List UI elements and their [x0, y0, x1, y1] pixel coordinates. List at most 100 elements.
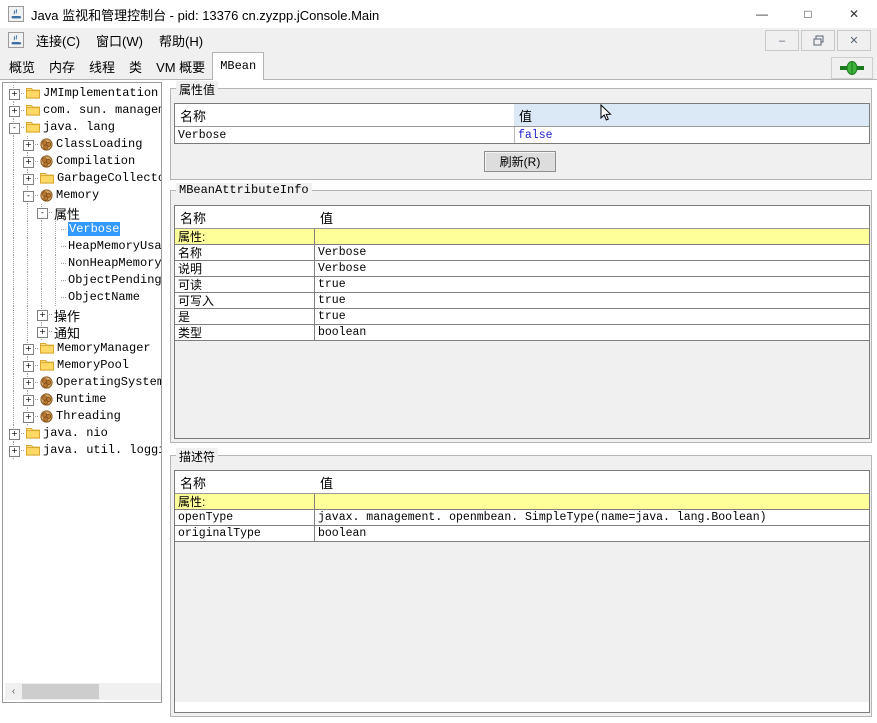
tab-classes[interactable]: 类 [122, 56, 149, 80]
tree-node-objectpendingfinalizationcount[interactable]: ObjectPendingFinalizationCount [3, 272, 162, 289]
descriptor-table[interactable]: 名称 值 属性:openTypejavax. management. openm… [174, 470, 870, 713]
tab-threads[interactable]: 线程 [82, 56, 122, 80]
row-value-cell: Verbose [315, 245, 869, 260]
scroll-left-arrow-icon[interactable]: ‹ [5, 683, 22, 700]
mbean-icon [40, 393, 53, 406]
column-header-name[interactable]: 名称 [175, 471, 315, 493]
column-header-name[interactable]: 名称 [175, 206, 315, 228]
tree-expand-icon[interactable]: + [37, 327, 48, 338]
tree-node-java-util-logging[interactable]: + java. util. logging [3, 442, 162, 459]
tree-node-label: ClassLoading [56, 137, 142, 151]
mdi-restore-button[interactable] [801, 30, 835, 51]
tree-node-java-lang[interactable]: -java. lang [3, 119, 162, 136]
tree-expand-icon[interactable]: + [9, 89, 20, 100]
tree-node-com-sun-management[interactable]: +com. sun. management [3, 102, 162, 119]
column-header-name[interactable]: 名称 [175, 104, 514, 126]
table-row[interactable]: 可写入true [175, 293, 869, 309]
menu-item-window[interactable]: 窗口(W) [90, 29, 149, 52]
attribute-value-table[interactable]: 名称 值 Verbose false [174, 103, 870, 144]
table-row[interactable]: originalTypeboolean [175, 526, 869, 542]
tree-expand-icon[interactable]: + [23, 412, 34, 423]
tab-vm-summary[interactable]: VM 概要 [149, 56, 212, 80]
mdi-close-button[interactable]: ✕ [837, 30, 871, 51]
tree-node-label: Runtime [56, 392, 106, 406]
column-header-value[interactable]: 值 [514, 104, 869, 126]
column-header-value[interactable]: 值 [315, 471, 869, 493]
tree-node-memory[interactable]: - Memory [3, 187, 162, 204]
connection-status-indicator[interactable] [831, 57, 873, 79]
tree-expand-icon[interactable]: + [23, 378, 34, 389]
tree-guide-line [27, 221, 28, 238]
table-header-row: 名称 值 [175, 471, 869, 494]
tree-node--[interactable]: -属性 [3, 204, 162, 221]
window-close-button[interactable]: ✕ [831, 0, 877, 28]
tree-expand-icon[interactable]: + [9, 106, 20, 117]
tree-horizontal-scrollbar[interactable]: ‹ › [5, 683, 161, 700]
menu-item-connection[interactable]: 连接(C) [30, 29, 86, 52]
table-row[interactable]: 属性: [175, 229, 869, 245]
tree-guide-line [13, 306, 14, 323]
tree-node-runtime[interactable]: + Runtime [3, 391, 162, 408]
tree-node-memorymanager[interactable]: +MemoryManager [3, 340, 162, 357]
attribute-value-cell[interactable]: false [514, 127, 869, 143]
tab-overview[interactable]: 概览 [2, 56, 42, 80]
tree-collapse-icon[interactable]: - [23, 191, 34, 202]
tree-node-jmimplementation[interactable]: +JMImplementation [3, 85, 162, 102]
tree-guide-line [61, 297, 67, 298]
tree-guide-line [13, 153, 14, 170]
tree-node-classloading[interactable]: + ClassLoading [3, 136, 162, 153]
tab-memory[interactable]: 内存 [42, 56, 82, 80]
tree-node-garbagecollector[interactable]: +GarbageCollector [3, 170, 162, 187]
tree-node-verbose[interactable]: Verbose [3, 221, 162, 238]
tree-node-memorypool[interactable]: +MemoryPool [3, 357, 162, 374]
tree-expand-icon[interactable]: + [23, 157, 34, 168]
tree-guide-line [13, 204, 14, 221]
tree-node-operatingsystem[interactable]: +OperatingSystem [3, 374, 162, 391]
attribute-value-title: 属性值 [176, 81, 218, 98]
table-row[interactable]: Verbose false [175, 127, 869, 143]
tree-collapse-icon[interactable]: - [37, 208, 48, 219]
tree-node-label: Memory [56, 188, 99, 202]
tree-node-nonheapmemoryusage[interactable]: NonHeapMemoryUsage [3, 255, 162, 272]
refresh-button[interactable]: 刷新(R) [484, 151, 556, 172]
tree-expand-icon[interactable]: + [23, 395, 34, 406]
mbean-attribute-info-table[interactable]: 名称 值 属性:名称Verbose说明Verbose可读true可写入true是… [174, 205, 870, 439]
tree-expand-icon[interactable]: + [23, 140, 34, 151]
tree-expand-icon[interactable]: + [23, 361, 34, 372]
table-row[interactable]: 说明Verbose [175, 261, 869, 277]
mbean-icon [40, 410, 53, 423]
tree-node--[interactable]: +通知 [3, 323, 162, 340]
tree-node--[interactable]: +操作 [3, 306, 162, 323]
table-row[interactable]: openTypejavax. management. openmbean. Si… [175, 510, 869, 526]
window-title: Java 监视和管理控制台 - pid: 13376 cn.zyzpp.jCon… [31, 5, 379, 24]
tree-node-heapmemoryusage[interactable]: HeapMemoryUsage [3, 238, 162, 255]
tree-node-compilation[interactable]: +Compilation [3, 153, 162, 170]
mdi-minimize-button[interactable]: – [765, 30, 799, 51]
tree-expand-icon[interactable]: + [23, 344, 34, 355]
tree-guide-line [13, 170, 14, 187]
window-minimize-button[interactable]: — [739, 0, 785, 28]
tree-node-threading[interactable]: +Threading [3, 408, 162, 425]
tree-expand-icon[interactable]: + [37, 310, 48, 321]
tree-expand-icon[interactable]: + [9, 429, 20, 440]
tree-guide-line [13, 391, 14, 408]
table-row[interactable]: 属性: [175, 494, 869, 510]
menu-item-help[interactable]: 帮助(H) [153, 29, 209, 52]
table-row[interactable]: 名称Verbose [175, 245, 869, 261]
tree-expand-icon[interactable]: + [9, 446, 20, 457]
tree-expand-icon[interactable]: + [23, 174, 34, 185]
tab-mbean[interactable]: MBean [212, 52, 264, 80]
table-row[interactable]: 可读true [175, 277, 869, 293]
scrollbar-thumb[interactable] [22, 684, 99, 699]
tree-guide-line [13, 187, 14, 204]
column-header-value[interactable]: 值 [315, 206, 869, 228]
tree-collapse-icon[interactable]: - [9, 123, 20, 134]
tree-node-label: java. util. logging [43, 443, 162, 457]
tree-node-objectname[interactable]: ObjectName [3, 289, 162, 306]
tree-node-java-nio[interactable]: +java. nio [3, 425, 162, 442]
mbean-tree-panel[interactable]: +JMImplementation+com. sun. management-j… [2, 82, 162, 703]
window-maximize-button[interactable]: □ [785, 0, 831, 28]
folder-icon [26, 87, 40, 99]
table-row[interactable]: 类型boolean [175, 325, 869, 341]
table-row[interactable]: 是true [175, 309, 869, 325]
